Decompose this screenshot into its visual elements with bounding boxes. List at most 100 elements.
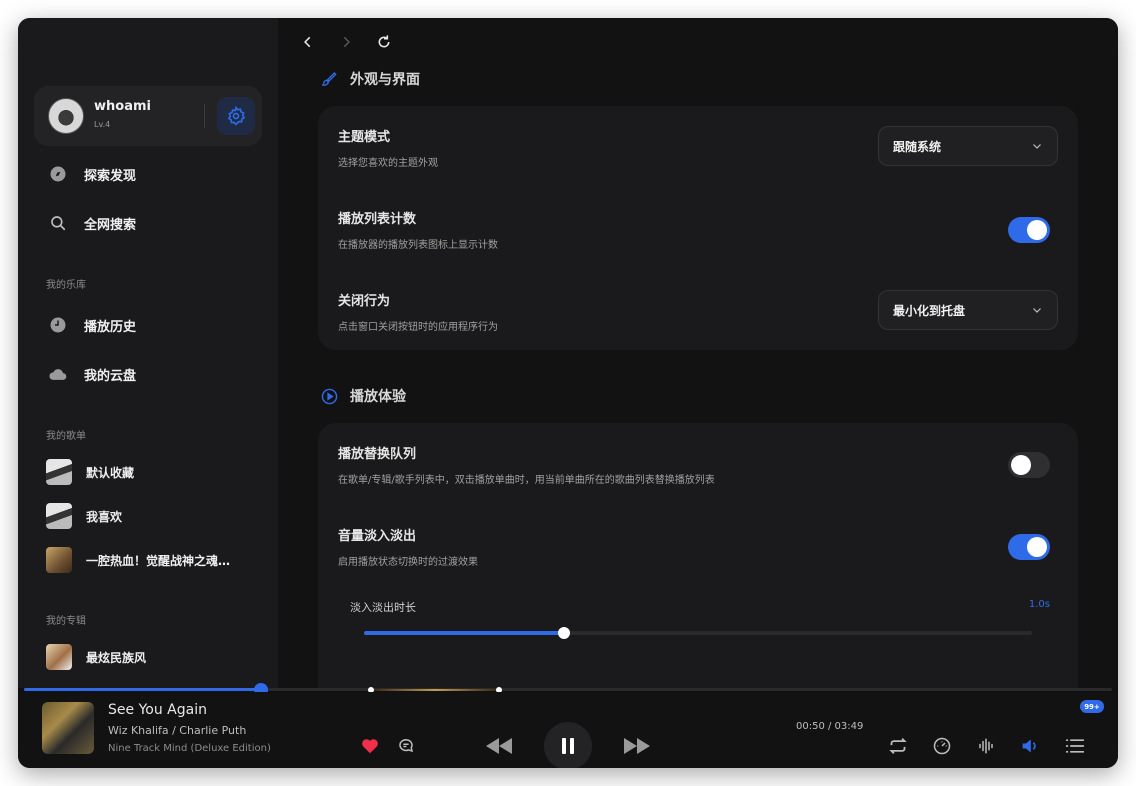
- list-icon: [1065, 739, 1085, 753]
- search-icon: [48, 213, 68, 233]
- play-circle-icon: [320, 387, 338, 405]
- rewind-icon: [486, 738, 512, 754]
- repeat-button[interactable]: [888, 736, 908, 756]
- setting-row-close-behavior: 关闭行为 点击窗口关闭按钮时的应用程序行为 最小化到托盘: [338, 290, 1058, 334]
- brush-icon: [320, 70, 338, 88]
- sound-wave-icon: [979, 738, 993, 754]
- chevron-down-icon: [1033, 144, 1041, 149]
- section-title-library: 我的乐库: [46, 280, 86, 291]
- nav-item-discover[interactable]: 探索发现: [34, 154, 262, 194]
- speed-button[interactable]: [932, 736, 952, 756]
- forward-button[interactable]: [336, 32, 356, 52]
- back-button[interactable]: [298, 32, 318, 52]
- playlist-item[interactable]: 一腔热血！觉醒战神之魂…: [46, 545, 266, 575]
- setting-row-playlist-count: 播放列表计数 在播放器的播放列表图标上显示计数: [338, 208, 1058, 252]
- song-artist[interactable]: Wiz Khalifa / Charlie Puth: [108, 724, 246, 737]
- compass-icon: [48, 164, 68, 184]
- playlist-item[interactable]: 我喜欢: [46, 501, 266, 531]
- select-value: 最小化到托盘: [893, 303, 966, 318]
- slider-fill: [364, 631, 565, 635]
- toggle-knob: [1027, 537, 1047, 557]
- nav-item-history[interactable]: 播放历史: [34, 305, 262, 345]
- album-item[interactable]: 最炫民族风: [46, 642, 266, 672]
- comment-button[interactable]: [396, 735, 416, 755]
- play-pause-button[interactable]: [544, 722, 592, 768]
- album-label: 最炫民族风: [86, 650, 147, 665]
- sidebar: whoami Lv.4 探索发现 全网搜索 我的乐库 播放历史 我的云盘 我的歌…: [18, 18, 278, 688]
- playlist-queue-button[interactable]: [1064, 736, 1086, 756]
- clock-icon: [48, 315, 68, 335]
- playlist-cover: [46, 503, 72, 529]
- speaker-icon: [1022, 739, 1036, 753]
- speedometer-icon: [933, 737, 951, 755]
- replace-queue-toggle[interactable]: [1008, 452, 1050, 478]
- like-button[interactable]: [360, 736, 380, 756]
- volume-button[interactable]: [1020, 736, 1040, 756]
- section-header-playback: 播放体验: [320, 386, 406, 406]
- setting-title: 播放列表计数: [338, 212, 417, 227]
- climax-segment: [374, 689, 496, 691]
- theme-select[interactable]: 跟随系统: [878, 126, 1058, 166]
- chevron-right-icon: [343, 36, 350, 48]
- playlist-label: 我喜欢: [86, 509, 123, 524]
- setting-row-replace-queue: 播放替换队列 在歌单/专辑/歌手列表中，双击播放单曲时，用当前单曲所在的歌曲列表…: [338, 443, 1058, 487]
- volume-fade-toggle[interactable]: [1008, 534, 1050, 560]
- section-title-playlists: 我的歌单: [46, 431, 86, 442]
- user-card[interactable]: whoami Lv.4: [34, 86, 262, 146]
- playlist-count-toggle[interactable]: [1008, 217, 1050, 243]
- section-title: 播放体验: [350, 389, 406, 405]
- section-title-albums: 我的专辑: [46, 616, 86, 627]
- avatar[interactable]: [48, 98, 84, 134]
- player-bar: See You Again Wiz Khalifa / Charlie Puth…: [18, 692, 1118, 768]
- cloud-icon: [48, 364, 68, 384]
- chevron-left-icon: [304, 36, 311, 48]
- repeat-icon: [889, 737, 907, 755]
- queue-count-badge: 99+: [1080, 700, 1104, 713]
- previous-button[interactable]: [484, 734, 514, 758]
- song-album[interactable]: Nine Track Mind (Deluxe Edition): [108, 743, 271, 754]
- setting-description: 在播放器的播放列表图标上显示计数: [338, 240, 498, 251]
- playback-card: 播放替换队列 在歌单/专辑/歌手列表中，双击播放单曲时，用当前单曲所在的歌曲列表…: [318, 423, 1078, 688]
- playlist-cover: [46, 459, 72, 485]
- main-content: 外观与界面 主题模式 选择您喜欢的主题外观 跟随系统 播放列表计数 在播放器的播…: [278, 18, 1118, 688]
- close-behavior-select[interactable]: 最小化到托盘: [878, 290, 1058, 330]
- refresh-button[interactable]: [374, 32, 394, 52]
- refresh-icon: [378, 35, 390, 48]
- next-button[interactable]: [622, 734, 652, 758]
- settings-button[interactable]: [217, 97, 255, 135]
- toggle-knob: [1027, 220, 1047, 240]
- playlist-cover: [46, 547, 72, 573]
- playback-time: 00:50 / 03:49: [796, 721, 864, 732]
- app-window: whoami Lv.4 探索发现 全网搜索 我的乐库 播放历史 我的云盘 我的歌…: [18, 18, 1118, 768]
- nav-item-label: 全网搜索: [84, 217, 137, 233]
- toggle-knob: [1011, 455, 1031, 475]
- pause-icon: [562, 738, 574, 754]
- nav-item-label: 我的云盘: [84, 368, 137, 384]
- setting-row-fade-duration: 淡入淡出时长 1.0s: [338, 595, 1058, 645]
- nav-item-label: 探索发现: [84, 168, 137, 184]
- slider-handle[interactable]: [558, 627, 571, 639]
- playlist-label: 默认收藏: [86, 465, 135, 480]
- nav-item-search[interactable]: 全网搜索: [34, 203, 262, 243]
- setting-description: 在歌单/专辑/歌手列表中，双击播放单曲时，用当前单曲所在的歌曲列表替换播放列表: [338, 475, 715, 486]
- setting-title: 音量淡入淡出: [338, 529, 417, 544]
- equalizer-button[interactable]: [976, 736, 996, 756]
- user-name: whoami: [94, 99, 151, 114]
- playlist-item[interactable]: 默认收藏: [46, 457, 266, 487]
- fade-duration-label: 淡入淡出时长: [350, 601, 416, 614]
- nav-item-label: 播放历史: [84, 319, 137, 335]
- album-cover[interactable]: [42, 702, 94, 754]
- comment-icon: [399, 739, 414, 753]
- section-header-appearance: 外观与界面: [320, 69, 420, 89]
- user-level: Lv.4: [94, 120, 111, 129]
- nav-item-cloud[interactable]: 我的云盘: [34, 354, 262, 394]
- progress-fill: [24, 688, 262, 691]
- fast-forward-icon: [624, 738, 650, 754]
- chevron-down-icon: [1033, 308, 1041, 313]
- top-navigation: [298, 32, 394, 52]
- divider: [204, 104, 205, 128]
- album-cover: [46, 644, 72, 670]
- fade-duration-slider[interactable]: [364, 627, 1032, 639]
- song-title[interactable]: See You Again: [108, 702, 207, 718]
- select-value: 跟随系统: [893, 139, 942, 154]
